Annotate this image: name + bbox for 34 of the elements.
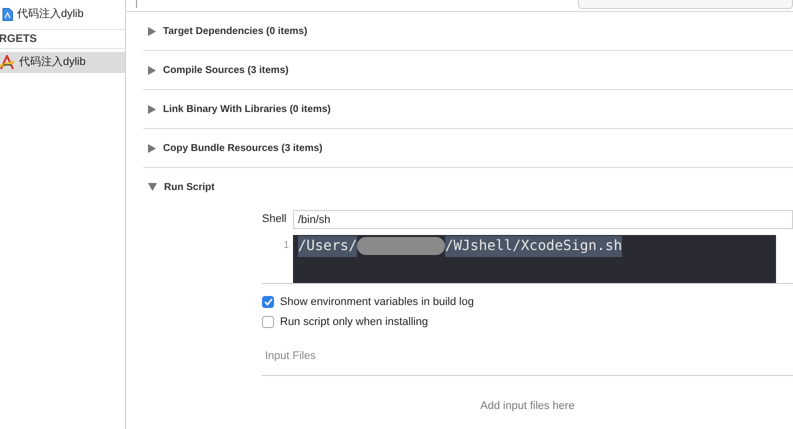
checkbox-label: Run script only when installing [280,314,428,330]
section-heading: Input Files [265,350,316,362]
filter-field[interactable] [578,0,793,9]
shell-label: Shell [262,212,288,228]
sidebar-item[interactable]: 代码注入dylib [0,0,125,30]
item-label: 代码注入dylib [19,54,86,70]
disclosure-triangle-icon [148,144,156,152]
phase-title: Run Script [164,180,215,194]
phase-title: Link Binary With Libraries (0 items) [163,102,331,116]
item-label: 代码注入dylib [17,6,84,22]
script-editor[interactable]: /Users/ /WJshell/XcodeSign.sh [293,235,776,283]
app-target-icon [0,55,16,70]
checkbox[interactable] [262,316,274,328]
phase-header[interactable]: Copy Bundle Resources (3 items) [143,129,793,167]
shell-field[interactable]: /bin/sh [293,210,793,229]
phase-header[interactable]: Run Script [143,168,793,206]
disclosure-triangle-icon [148,26,156,36]
section-heading: RGETS [0,30,125,49]
disclosure-triangle-icon [148,104,156,114]
phase-header[interactable]: Compile Sources (3 items) [143,51,793,89]
code-text: /Users/ [298,236,358,257]
checkbox-label: Show environment variables in build log [280,294,474,310]
phase-title: Target Dependencies (0 items) [163,24,308,38]
phase-title: Copy Bundle Resources (3 items) [163,142,322,156]
disclosure-triangle-icon [148,66,156,74]
phase-title: Compile Sources (3 items) [163,64,289,78]
line-number: 1 [282,239,290,253]
checkbox[interactable] [262,296,274,308]
code-text: /WJshell/XcodeSign.sh [445,236,622,257]
phase-header[interactable]: Link Binary With Libraries (0 items) [143,90,793,128]
empty-list-hint: Add input files here [480,399,575,414]
disclosure-triangle-icon [148,183,157,191]
phase-header[interactable]: Target Dependencies (0 items) [143,12,793,50]
sidebar-item[interactable]: 代码注入dylib [0,52,125,73]
